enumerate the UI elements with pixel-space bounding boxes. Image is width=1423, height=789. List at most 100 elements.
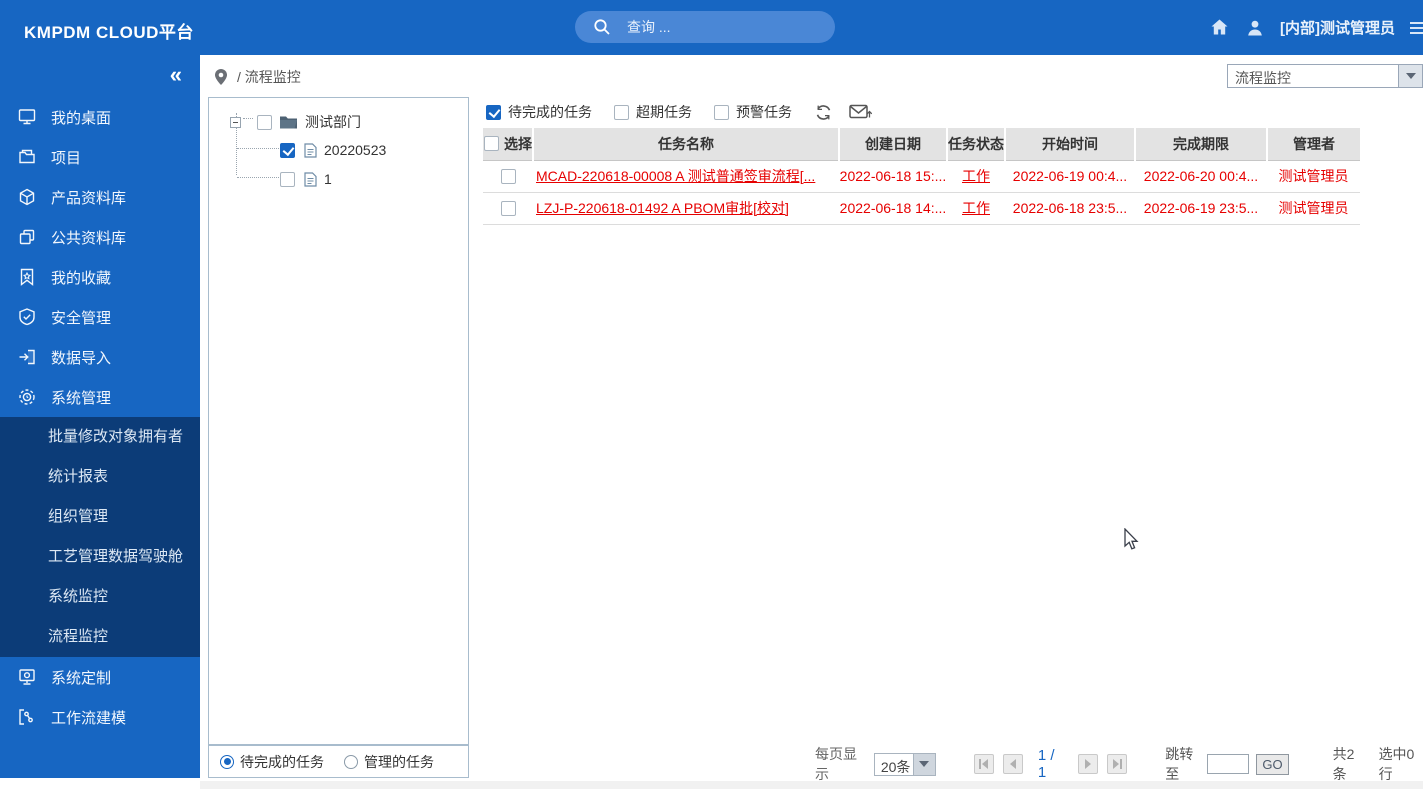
filter-warning-tasks[interactable]: 预警任务 bbox=[714, 102, 792, 122]
sidebar-subitem-statistics-report[interactable]: 统计报表 bbox=[0, 457, 200, 497]
task-created-date: 2022-06-18 14:... bbox=[839, 192, 947, 224]
column-header-deadline: 完成期限 bbox=[1135, 128, 1267, 160]
task-status-link[interactable]: 工作 bbox=[962, 168, 990, 184]
sidebar-item-public-library[interactable]: 公共资料库 bbox=[0, 217, 200, 257]
sidebar-item-my-desktop[interactable]: 我的桌面 bbox=[0, 97, 200, 137]
per-page-label: 每页显示 bbox=[815, 744, 866, 784]
sidebar-collapse-button[interactable]: « bbox=[170, 64, 182, 86]
module-select-dropdown[interactable]: 流程监控 bbox=[1227, 64, 1423, 88]
tree-node-label[interactable]: 测试部门 bbox=[305, 112, 361, 132]
sidebar-item-product-library[interactable]: 产品资料库 bbox=[0, 177, 200, 217]
sidebar-item-system-custom[interactable]: 系统定制 bbox=[0, 657, 200, 697]
desktop-icon bbox=[17, 107, 37, 127]
task-deadline: 2022-06-20 00:4... bbox=[1135, 160, 1267, 192]
sidebar-item-data-import[interactable]: 数据导入 bbox=[0, 337, 200, 377]
sidebar-item-label: 我的收藏 bbox=[51, 267, 111, 288]
task-mode-switch: 待完成的任务 管理的任务 bbox=[208, 745, 469, 778]
task-name-link[interactable]: MCAD-220618-00008 A 测试普通签审流程[... bbox=[536, 168, 815, 184]
radio-pending-tasks[interactable]: 待完成的任务 bbox=[220, 752, 324, 772]
sidebar-subitem-organization[interactable]: 组织管理 bbox=[0, 497, 200, 537]
task-name-link[interactable]: LZJ-P-220618-01492 A PBOM审批[校对] bbox=[536, 200, 789, 216]
current-user-label[interactable]: [内部]测试管理员 bbox=[1280, 17, 1395, 38]
sidebar-item-label: 我的桌面 bbox=[51, 107, 111, 128]
column-header-start: 开始时间 bbox=[1005, 128, 1135, 160]
sidebar-item-label: 安全管理 bbox=[51, 307, 111, 328]
task-manager: 测试管理员 bbox=[1267, 192, 1360, 224]
task-status-link[interactable]: 工作 bbox=[962, 200, 990, 216]
tree-root-checkbox[interactable] bbox=[257, 115, 272, 130]
sidebar-item-system-management[interactable]: 系统管理 bbox=[0, 377, 200, 417]
task-start-time: 2022-06-18 23:5... bbox=[1005, 192, 1135, 224]
project-icon bbox=[17, 147, 37, 167]
search-icon bbox=[593, 18, 611, 36]
product-library-icon bbox=[17, 187, 37, 207]
prev-page-button[interactable] bbox=[1003, 754, 1023, 774]
tree-connector bbox=[237, 177, 281, 178]
user-icon[interactable] bbox=[1245, 18, 1265, 38]
tree-node-label[interactable]: 1 bbox=[324, 171, 332, 187]
chevron-down-icon[interactable] bbox=[913, 754, 935, 775]
jump-page-input[interactable] bbox=[1207, 754, 1249, 774]
sidebar-subitem-batch-modify-owner[interactable]: 批量修改对象拥有者 bbox=[0, 417, 200, 457]
filter-pending-tasks[interactable]: 待完成的任务 bbox=[486, 102, 592, 122]
filter-overdue-tasks[interactable]: 超期任务 bbox=[614, 102, 692, 122]
horizontal-scrollbar[interactable] bbox=[200, 781, 1423, 789]
hamburger-menu-icon[interactable] bbox=[1410, 22, 1423, 34]
document-icon bbox=[304, 143, 317, 158]
department-tree-panel: 测试部门 20220523 1 bbox=[208, 97, 469, 745]
tree-node-label[interactable]: 20220523 bbox=[324, 142, 386, 158]
tree-node-root: 测试部门 bbox=[230, 112, 361, 132]
workflow-modeling-icon bbox=[17, 707, 37, 727]
select-all-checkbox[interactable] bbox=[484, 136, 499, 151]
tree-node-checkbox[interactable] bbox=[280, 143, 295, 158]
task-manager: 测试管理员 bbox=[1267, 160, 1360, 192]
first-page-button[interactable] bbox=[974, 754, 994, 774]
radio-icon bbox=[220, 755, 234, 769]
filter-label: 预警任务 bbox=[736, 102, 792, 122]
tree-collapse-icon[interactable] bbox=[230, 117, 241, 128]
column-header-status: 任务状态 bbox=[947, 128, 1005, 160]
row-checkbox[interactable] bbox=[501, 169, 516, 184]
sidebar-item-favorites[interactable]: 我的收藏 bbox=[0, 257, 200, 297]
row-checkbox[interactable] bbox=[501, 201, 516, 216]
radio-icon bbox=[344, 755, 358, 769]
sidebar-item-label: 系统管理 bbox=[51, 387, 111, 408]
sidebar-subitem-system-monitor[interactable]: 系统监控 bbox=[0, 577, 200, 617]
checkbox-icon bbox=[486, 105, 501, 120]
sidebar-subitem-process-data-cockpit[interactable]: 工艺管理数据驾驶舱 bbox=[0, 537, 200, 577]
next-page-button[interactable] bbox=[1078, 754, 1098, 774]
send-mail-icon[interactable] bbox=[849, 103, 872, 121]
app-logo: KMPDM CLOUD平台 bbox=[24, 18, 194, 43]
sidebar-item-project[interactable]: 项目 bbox=[0, 137, 200, 177]
sidebar-item-workflow-modeling[interactable]: 工作流建模 bbox=[0, 697, 200, 737]
task-table: 选择 任务名称 创建日期 任务状态 开始时间 完成期限 管理者 MCAD-220… bbox=[483, 128, 1360, 225]
sidebar-subitem-process-monitor[interactable]: 流程监控 bbox=[0, 617, 200, 657]
last-page-button[interactable] bbox=[1107, 754, 1127, 774]
task-deadline: 2022-06-19 23:5... bbox=[1135, 192, 1267, 224]
tree-node-checkbox[interactable] bbox=[280, 172, 295, 187]
security-icon bbox=[17, 307, 37, 327]
selected-count-label: 选中0行 bbox=[1379, 744, 1423, 784]
page-info: 1 / 1 bbox=[1038, 747, 1063, 781]
radio-managed-tasks[interactable]: 管理的任务 bbox=[344, 752, 434, 772]
refresh-icon[interactable] bbox=[814, 103, 833, 122]
search-placeholder: 查询 ... bbox=[627, 17, 671, 37]
sidebar-item-label: 项目 bbox=[51, 147, 81, 168]
column-header-task-name: 任务名称 bbox=[533, 128, 839, 160]
sidebar-item-label: 公共资料库 bbox=[51, 227, 126, 248]
per-page-select[interactable]: 20条 bbox=[874, 753, 936, 776]
global-search-input[interactable]: 查询 ... bbox=[575, 11, 835, 43]
chevron-down-icon[interactable] bbox=[1398, 65, 1422, 87]
system-management-icon bbox=[17, 387, 37, 407]
home-icon[interactable] bbox=[1209, 17, 1230, 38]
total-count-label: 共2条 bbox=[1333, 744, 1365, 784]
go-button[interactable]: GO bbox=[1256, 754, 1288, 775]
mouse-cursor bbox=[1124, 528, 1141, 552]
breadcrumb: / 流程监控 bbox=[214, 67, 301, 87]
sidebar-item-security[interactable]: 安全管理 bbox=[0, 297, 200, 337]
filter-label: 待完成的任务 bbox=[508, 102, 592, 122]
jump-label: 跳转至 bbox=[1165, 744, 1200, 784]
table-row: MCAD-220618-00008 A 测试普通签审流程[... 2022-06… bbox=[483, 160, 1360, 192]
tree-node-child: 1 bbox=[280, 171, 332, 187]
public-library-icon bbox=[17, 227, 37, 247]
